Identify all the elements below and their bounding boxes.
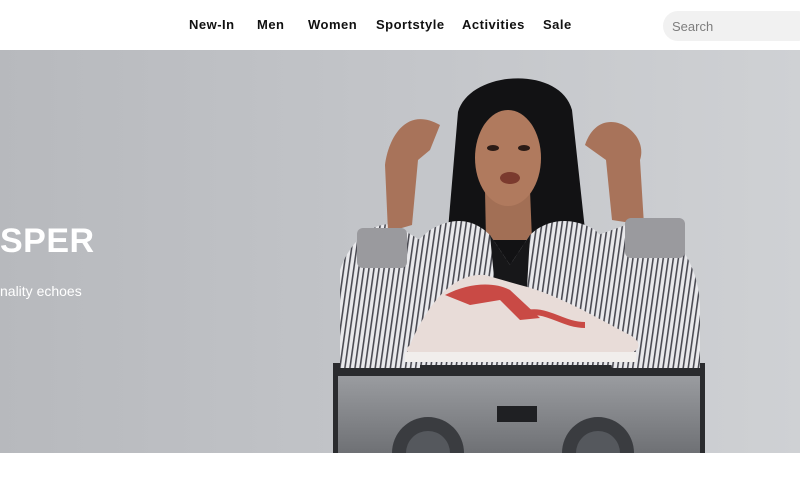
site-header: New-In Men Women Sportstyle Activities S… bbox=[0, 0, 800, 50]
nav-item-women[interactable]: Women bbox=[308, 17, 357, 32]
nav-item-sale[interactable]: Sale bbox=[543, 17, 572, 32]
nav-item-activities[interactable]: Activities bbox=[462, 17, 525, 32]
page-content-start bbox=[0, 453, 800, 480]
hero-banner[interactable]: SPER nality echoes bbox=[0, 50, 800, 453]
hero-image bbox=[0, 50, 800, 453]
nav-item-men[interactable]: Men bbox=[257, 17, 285, 32]
nav-item-new-in[interactable]: New-In bbox=[189, 17, 235, 32]
hero-subtitle: nality echoes bbox=[0, 283, 82, 299]
hero-title: SPER bbox=[0, 222, 95, 260]
nav-item-sportstyle[interactable]: Sportstyle bbox=[376, 17, 445, 32]
search-input[interactable] bbox=[672, 18, 792, 34]
search-box[interactable] bbox=[663, 11, 800, 41]
